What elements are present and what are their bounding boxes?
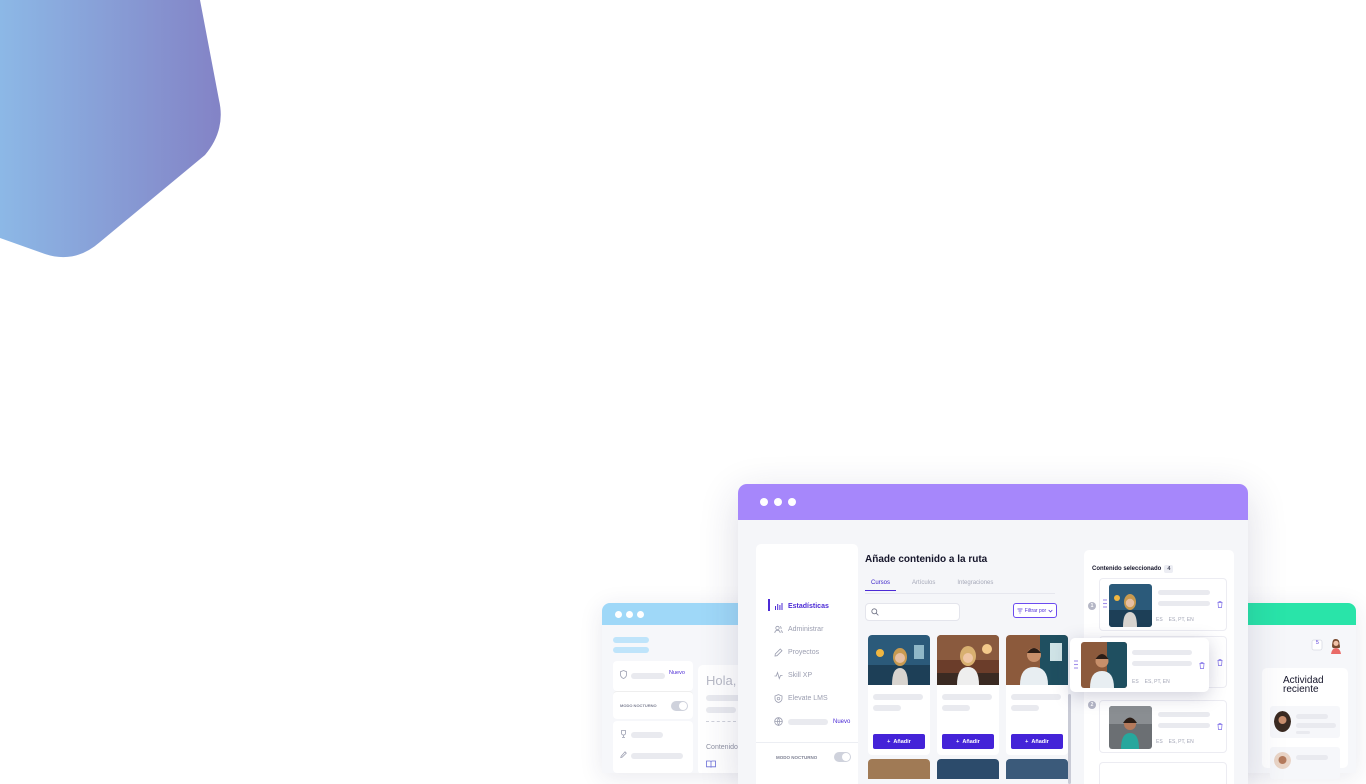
window-dot bbox=[637, 610, 644, 618]
course-card[interactable]: + Añadir bbox=[868, 635, 930, 755]
drag-handle-icon[interactable] bbox=[1103, 599, 1107, 608]
dragged-item[interactable]: ES ES, PT, EN bbox=[1070, 638, 1209, 692]
item-meta: ES ES, PT, EN bbox=[1156, 739, 1194, 745]
pencil-icon bbox=[620, 751, 627, 759]
tab-articulos[interactable]: Artículos bbox=[906, 580, 941, 591]
trash-icon[interactable] bbox=[1217, 601, 1223, 608]
item-meta: ES ES, PT, EN bbox=[1156, 617, 1194, 623]
nav-label-placeholder bbox=[788, 718, 828, 725]
course-card[interactable]: + Añadir bbox=[1006, 635, 1068, 755]
add-button[interactable]: + Añadir bbox=[1011, 734, 1063, 749]
night-mode-label: MODO NOCTURNO bbox=[776, 755, 818, 760]
notification-count: 5 bbox=[1316, 640, 1319, 646]
position-number: 2 bbox=[1088, 701, 1096, 709]
selected-item[interactable] bbox=[1099, 762, 1227, 784]
sidebar: Estadísticas Administrar Proyectos Skill… bbox=[756, 544, 858, 784]
trash-icon[interactable] bbox=[1217, 723, 1223, 730]
item-meta: ES ES, PT, EN bbox=[1132, 679, 1170, 685]
course-card[interactable]: + Añadir bbox=[937, 635, 999, 755]
content-tabs: Cursos Artículos Integraciones bbox=[865, 580, 999, 591]
activity-item[interactable] bbox=[1270, 706, 1340, 738]
window-dot bbox=[615, 610, 622, 618]
left-night-mode-row: MODO NOCTURNO bbox=[613, 691, 693, 719]
new-badge: Nuevo bbox=[669, 670, 685, 676]
page-title: Añade contenido a la ruta bbox=[865, 554, 988, 565]
filter-label: Filtrar por bbox=[1024, 607, 1047, 614]
sidebar-item-estadisticas[interactable]: Estadísticas bbox=[774, 602, 829, 611]
course-thumbnail bbox=[868, 635, 930, 685]
window-dot bbox=[760, 498, 768, 506]
selected-count-badge: 4 bbox=[1164, 565, 1174, 573]
sidebar-item-label: Administrar bbox=[788, 626, 824, 633]
tab-cursos[interactable]: Cursos bbox=[865, 580, 897, 591]
search-icon bbox=[871, 608, 879, 616]
pencil-icon bbox=[774, 648, 783, 657]
activity-item[interactable] bbox=[1270, 747, 1340, 779]
left-nav-list bbox=[613, 721, 693, 773]
new-badge: Nuevo bbox=[833, 718, 851, 725]
main-window-titlebar bbox=[738, 484, 1248, 520]
window-dot bbox=[788, 498, 796, 506]
trash-icon[interactable] bbox=[1217, 659, 1223, 666]
night-mode-toggle[interactable] bbox=[834, 752, 851, 762]
sidebar-item-label: Skill XP bbox=[788, 672, 813, 679]
course-thumbnail bbox=[1081, 642, 1127, 688]
bar-chart-icon bbox=[775, 603, 783, 610]
content-area: Añade contenido a la ruta Cursos Artícul… bbox=[858, 544, 1084, 784]
selected-item[interactable]: ES ES, PT, EN bbox=[1099, 578, 1227, 631]
night-mode-toggle[interactable] bbox=[671, 701, 688, 711]
tabs-divider bbox=[865, 593, 1055, 594]
sidebar-item-globe[interactable]: Nuevo bbox=[774, 717, 854, 726]
sidebar-item-label: Estadísticas bbox=[788, 603, 829, 610]
scrollbar[interactable] bbox=[1068, 694, 1071, 784]
sidebar-item-label: Elevate LMS bbox=[788, 695, 828, 702]
sidebar-item-elevate-lms[interactable]: Elevate LMS bbox=[774, 694, 828, 703]
add-button[interactable]: + Añadir bbox=[873, 734, 925, 749]
trash-icon[interactable] bbox=[1199, 662, 1205, 669]
trophy-icon bbox=[621, 730, 626, 738]
selected-item[interactable]: ES ES, PT, EN bbox=[1099, 700, 1227, 753]
section-label: Contenido bbox=[706, 744, 738, 751]
shield-icon bbox=[774, 694, 783, 703]
book-icon bbox=[706, 760, 716, 768]
selected-title: Contenido seleccionado 4 bbox=[1092, 565, 1174, 573]
course-thumbnail bbox=[1006, 759, 1068, 779]
course-thumbnail bbox=[868, 759, 930, 779]
course-thumbnail bbox=[1006, 635, 1068, 685]
night-mode-label: MODO NOCTURNO bbox=[620, 703, 657, 708]
left-nav-card[interactable]: Nuevo bbox=[613, 661, 693, 691]
filter-button[interactable]: Filtrar por bbox=[1013, 603, 1057, 618]
avatar bbox=[1274, 752, 1291, 769]
sidebar-item-label: Proyectos bbox=[788, 649, 820, 656]
course-thumbnail bbox=[1109, 584, 1152, 627]
user-avatar[interactable] bbox=[1329, 638, 1343, 654]
course-thumbnail bbox=[1109, 706, 1152, 749]
recent-activity-title: Actividad reciente bbox=[1283, 675, 1324, 695]
window-dot bbox=[626, 610, 633, 618]
globe-icon bbox=[774, 717, 783, 726]
course-thumbnail bbox=[937, 759, 999, 779]
recent-activity-panel: Actividad reciente bbox=[1262, 668, 1348, 779]
search-input[interactable] bbox=[865, 603, 960, 621]
position-number: 1 bbox=[1088, 602, 1096, 610]
window-dot bbox=[774, 498, 782, 506]
tab-integraciones[interactable]: Integraciones bbox=[951, 580, 999, 591]
sidebar-item-skill-xp[interactable]: Skill XP bbox=[774, 671, 812, 680]
decorative-gradient-shape bbox=[0, 0, 221, 258]
chevron-down-icon bbox=[1048, 609, 1053, 613]
divider bbox=[756, 742, 858, 743]
pulse-icon bbox=[774, 671, 783, 680]
shield-icon bbox=[620, 670, 627, 679]
drag-handle-icon[interactable] bbox=[1074, 660, 1078, 669]
main-window: Estadísticas Administrar Proyectos Skill… bbox=[738, 484, 1248, 784]
course-thumbnail bbox=[937, 635, 999, 685]
add-button[interactable]: + Añadir bbox=[942, 734, 994, 749]
sidebar-item-administrar[interactable]: Administrar bbox=[774, 625, 823, 634]
users-icon bbox=[774, 625, 783, 634]
left-logo-placeholder bbox=[613, 637, 649, 653]
sidebar-item-proyectos[interactable]: Proyectos bbox=[774, 648, 819, 657]
avatar bbox=[1274, 711, 1291, 732]
filter-icon bbox=[1017, 608, 1023, 613]
active-indicator bbox=[768, 599, 770, 611]
